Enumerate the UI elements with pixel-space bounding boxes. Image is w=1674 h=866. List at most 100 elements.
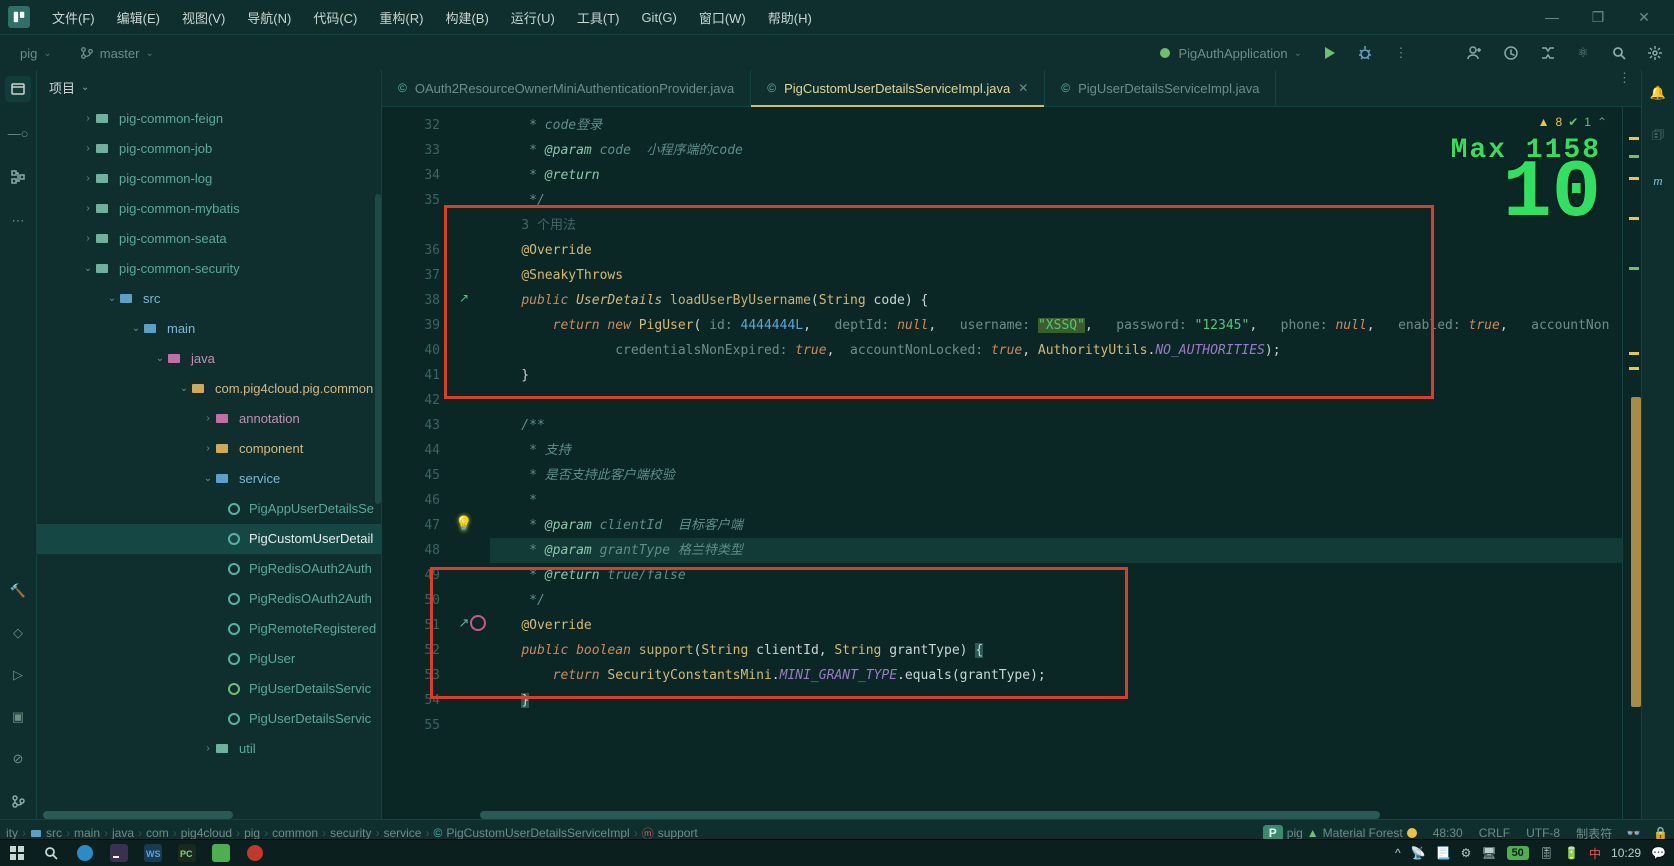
atom-icon[interactable]: ⚛ — [1574, 44, 1592, 62]
marker-gutter: ↗ 💡 ↗ — [450, 107, 490, 820]
more-actions[interactable]: ⋮ — [1392, 44, 1410, 62]
inspections-widget[interactable]: ▲8 ✔1 ⌃ — [1532, 113, 1613, 131]
windows-start-button[interactable] — [0, 840, 34, 866]
build-tool-button[interactable]: 🔨 — [5, 578, 31, 604]
git-branch-selector[interactable]: master⌄ — [70, 43, 164, 64]
tray-arrow[interactable]: ^ — [1395, 846, 1401, 860]
maven-tool-button[interactable]: m — [1645, 168, 1671, 194]
tab-oauth2provider[interactable]: © OAuth2ResourceOwnerMiniAuthenticationP… — [382, 70, 751, 106]
terminal-tool-button[interactable]: ▣ — [5, 704, 31, 730]
tab-menu[interactable]: ⋮ — [1608, 70, 1641, 106]
breakpoint-indicator[interactable] — [468, 613, 488, 633]
menu-help[interactable]: 帮助(H) — [758, 4, 822, 31]
tray-icon[interactable]: ⚙ — [1461, 846, 1472, 860]
file-encoding[interactable]: UTF-8 — [1526, 826, 1560, 840]
crumb[interactable]: main — [74, 826, 100, 840]
crumb[interactable]: src — [30, 826, 62, 840]
crumb[interactable]: com — [146, 826, 169, 840]
crumb[interactable]: security — [330, 826, 371, 840]
editor-scrollbar[interactable] — [1631, 397, 1641, 707]
project-tool-button[interactable] — [5, 76, 31, 102]
run-config-selector[interactable]: PigAuthApplication⌄ — [1148, 43, 1312, 64]
notifications-button[interactable]: 🔔 — [1645, 80, 1671, 106]
menu-run[interactable]: 运行(U) — [501, 4, 565, 31]
window-maximize[interactable]: ❐ — [1584, 9, 1612, 26]
taskbar-app-intellij[interactable] — [102, 840, 136, 866]
settings-icon[interactable] — [1646, 44, 1664, 62]
ide-updates-icon[interactable] — [1502, 44, 1520, 62]
crumb[interactable]: service — [383, 826, 421, 840]
menu-nav[interactable]: 导航(N) — [237, 4, 301, 31]
lock-icon[interactable]: 🔒 — [1653, 826, 1668, 840]
bookmarks-tool-button[interactable]: ◇ — [5, 620, 31, 646]
taskbar-app-red[interactable] — [238, 840, 272, 866]
tray-ime[interactable]: 中 — [1589, 845, 1601, 862]
override-marker-icon[interactable]: ↗ — [454, 288, 474, 308]
project-tree[interactable]: ›pig-common-feign›pig-common-job›pig-com… — [37, 104, 381, 820]
project-selector[interactable]: pig⌄ — [10, 43, 62, 64]
intention-bulb-icon[interactable]: 💡 — [454, 513, 474, 533]
editor-tabs: © OAuth2ResourceOwnerMiniAuthenticationP… — [382, 70, 1641, 107]
tray-clock[interactable]: 10:29 — [1611, 846, 1641, 860]
tray-icon[interactable]: 🔋 — [1564, 846, 1579, 860]
crumb[interactable]: pig4cloud — [181, 826, 232, 840]
tray-icon[interactable]: 🖥 — [1481, 846, 1496, 860]
git-tool-button[interactable] — [5, 788, 31, 814]
tray-badge[interactable]: 50 — [1507, 846, 1529, 860]
java-class-icon: © — [398, 81, 407, 95]
os-taskbar: WS PC ^ 📡 📃 ⚙ 🖥 50 🎚 🔋 中 10:29 💬 — [0, 839, 1674, 866]
code-with-me-icon[interactable] — [1466, 44, 1484, 62]
database-tool-button[interactable]: 🗊 — [1645, 124, 1671, 150]
menu-view[interactable]: 视图(V) — [172, 4, 235, 31]
menu-refactor[interactable]: 重构(R) — [369, 4, 433, 31]
menu-edit[interactable]: 编辑(E) — [107, 4, 170, 31]
project-header[interactable]: 项目⌄ — [37, 70, 381, 104]
run-tool-button[interactable]: ▷ — [5, 662, 31, 688]
window-minimize[interactable]: — — [1538, 9, 1566, 26]
menu-tools[interactable]: 工具(T) — [567, 4, 630, 31]
tray-icon[interactable]: 📃 — [1436, 846, 1451, 860]
search-everywhere-icon[interactable] — [1610, 44, 1628, 62]
tab-pigcustom[interactable]: © PigCustomUserDetailsServiceImpl.java ✕ — [751, 70, 1045, 106]
caret-position[interactable]: 48:30 — [1433, 826, 1463, 840]
right-tool-rail: 🔔 🗊 m — [1641, 70, 1674, 820]
left-tool-rail: —○ ⋯ 🔨 ◇ ▷ ▣ ⊘ — [0, 70, 37, 820]
toolbar: pig⌄ master⌄ PigAuthApplication⌄ ⋮ ⚛ — [0, 35, 1674, 72]
line-separator[interactable]: CRLF — [1479, 826, 1510, 840]
commit-tool-button[interactable]: —○ — [5, 120, 31, 146]
editor-minimap[interactable] — [1622, 107, 1641, 820]
menu-file[interactable]: 文件(F) — [42, 4, 105, 31]
taskbar-app-pycharm[interactable]: PC — [170, 840, 204, 866]
menu-code[interactable]: 代码(C) — [303, 4, 367, 31]
menubar: 文件(F) 编辑(E) 视图(V) 导航(N) 代码(C) 重构(R) 构建(B… — [0, 0, 1674, 35]
menu-git[interactable]: Git(G) — [631, 6, 686, 29]
taskbar-app-webstorm[interactable]: WS — [136, 840, 170, 866]
java-class-icon: © — [1061, 81, 1070, 95]
window-close[interactable]: ✕ — [1630, 9, 1658, 26]
search-icon[interactable] — [34, 840, 68, 866]
menu-build[interactable]: 构建(B) — [435, 4, 498, 31]
menu-window[interactable]: 窗口(W) — [689, 4, 756, 31]
crumb[interactable]: common — [272, 826, 318, 840]
taskbar-app-edge[interactable] — [68, 840, 102, 866]
tray-notifications[interactable]: 💬 — [1651, 846, 1666, 860]
debug-button[interactable] — [1356, 44, 1374, 62]
structure-tool-button[interactable] — [5, 164, 31, 190]
run-button[interactable] — [1320, 44, 1338, 62]
status-theme[interactable]: ▲ Material Forest — [1307, 826, 1403, 840]
more-tools-button[interactable]: ⋯ — [5, 208, 31, 234]
crumb[interactable]: ity — [6, 826, 18, 840]
crumb[interactable]: pig — [244, 826, 260, 840]
reader-mode-icon[interactable]: 👓 — [1626, 826, 1641, 840]
settings-sync-icon[interactable] — [1538, 44, 1556, 62]
tray-icon[interactable]: 📡 — [1411, 846, 1426, 860]
taskbar-app-green[interactable] — [204, 840, 238, 866]
tree-scrollbar[interactable] — [375, 194, 381, 504]
close-tab-icon[interactable]: ✕ — [1018, 81, 1028, 95]
tab-piguserdetails[interactable]: © PigUserDetailsServiceImpl.java — [1045, 70, 1276, 106]
code-content[interactable]: * code登录 * @param code 小程序端的code * @retu… — [490, 107, 1622, 820]
crumb[interactable]: © PigCustomUserDetailsServiceImpl — [433, 826, 629, 840]
crumb[interactable]: java — [112, 826, 134, 840]
problems-tool-button[interactable]: ⊘ — [5, 746, 31, 772]
tray-icon[interactable]: 🎚 — [1539, 846, 1554, 860]
